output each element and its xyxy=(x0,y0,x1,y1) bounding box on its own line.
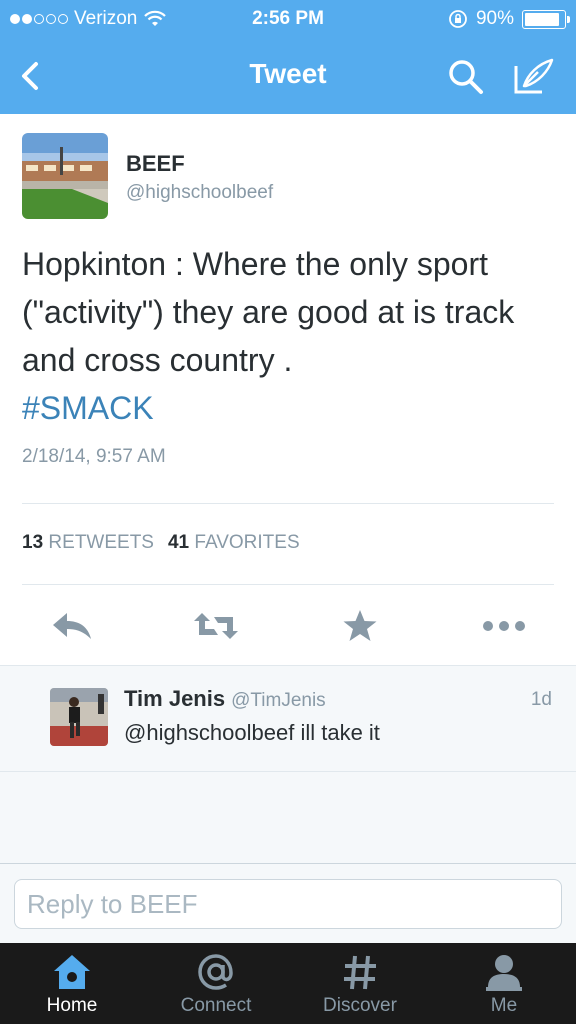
divider xyxy=(22,503,554,504)
person-icon xyxy=(486,955,522,991)
author-avatar[interactable] xyxy=(22,133,108,219)
reply-text: @highschoolbeef ill take it xyxy=(124,720,380,745)
battery-percent: 90% xyxy=(475,8,514,29)
header: Verizon 2:56 PM 90% Tweet xyxy=(0,0,576,114)
tweet-detail: BEEF @highschoolbeef Hopkinton : Where t… xyxy=(0,114,576,666)
more-icon xyxy=(483,621,525,631)
favorite-star-icon xyxy=(343,610,377,641)
home-icon xyxy=(54,955,90,989)
retweet-button[interactable] xyxy=(192,604,240,648)
hash-icon xyxy=(344,955,376,990)
tab-discover-label: Discover xyxy=(323,995,397,1016)
retweets-label: RETWEETS xyxy=(48,532,154,553)
reply-item[interactable]: Tim Jenis @TimJenis 1d @highschoolbeef il… xyxy=(0,666,576,772)
reply-input[interactable]: Reply to BEEF xyxy=(14,879,562,929)
author-handle[interactable]: @highschoolbeef xyxy=(126,182,273,204)
tab-home-label: Home xyxy=(46,995,98,1016)
tab-me[interactable]: Me xyxy=(432,943,576,1024)
tweet-timestamp: 2/18/14, 9:57 AM xyxy=(22,446,166,467)
tab-bar: Home Connect Discover Me xyxy=(0,943,576,1024)
battery-fill xyxy=(525,12,560,26)
favorites-label: FAVORITES xyxy=(194,532,300,553)
author-name[interactable]: BEEF xyxy=(126,151,185,177)
battery-icon xyxy=(522,9,570,29)
favorites-count: 41 xyxy=(167,532,190,553)
tab-connect-label: Connect xyxy=(180,995,252,1016)
reply-button[interactable] xyxy=(48,604,96,648)
reply-author[interactable]: Tim Jenis @TimJenis xyxy=(124,686,326,712)
nav-title: Tweet xyxy=(249,58,327,89)
tab-me-label: Me xyxy=(490,995,518,1016)
reply-icon xyxy=(53,613,91,639)
orientation-lock-icon xyxy=(449,10,467,28)
tab-home[interactable]: Home xyxy=(0,943,144,1024)
status-bar: Verizon 2:56 PM 90% xyxy=(0,0,576,38)
search-icon[interactable] xyxy=(445,56,485,96)
reply-author-name: Tim Jenis xyxy=(124,686,226,711)
status-right: 90% xyxy=(448,8,570,30)
retweet-icon xyxy=(194,613,238,639)
hashtag-link[interactable]: #SMACK xyxy=(22,384,558,432)
tweet-text: Hopkinton : Where the only sport ("activ… xyxy=(22,240,558,432)
favorites-stat[interactable]: 41 FAVORITES xyxy=(168,532,300,554)
reply-avatar[interactable] xyxy=(50,688,108,746)
reply-author-handle: @TimJenis xyxy=(231,690,326,711)
replies-list: Tim Jenis @TimJenis 1d @highschoolbeef il… xyxy=(0,665,576,863)
reply-composer-bar: Reply to BEEF xyxy=(0,863,576,943)
reply-time: 1d xyxy=(530,689,552,710)
tweet-stats: 13 RETWEETS 41 FAVORITES xyxy=(22,532,300,554)
retweets-count: 13 xyxy=(22,532,44,553)
nav-bar: Tweet xyxy=(0,38,576,114)
compose-icon[interactable] xyxy=(512,56,556,96)
retweets-stat[interactable]: 13 RETWEETS xyxy=(22,532,154,554)
favorite-button[interactable] xyxy=(336,604,384,648)
tweet-actions xyxy=(0,604,576,648)
at-icon xyxy=(198,954,233,990)
more-button[interactable] xyxy=(480,604,528,648)
tab-discover[interactable]: Discover xyxy=(288,943,432,1024)
tab-connect[interactable]: Connect xyxy=(144,943,288,1024)
tweet-body: Hopkinton : Where the only sport ("activ… xyxy=(22,246,515,378)
divider xyxy=(22,584,554,585)
